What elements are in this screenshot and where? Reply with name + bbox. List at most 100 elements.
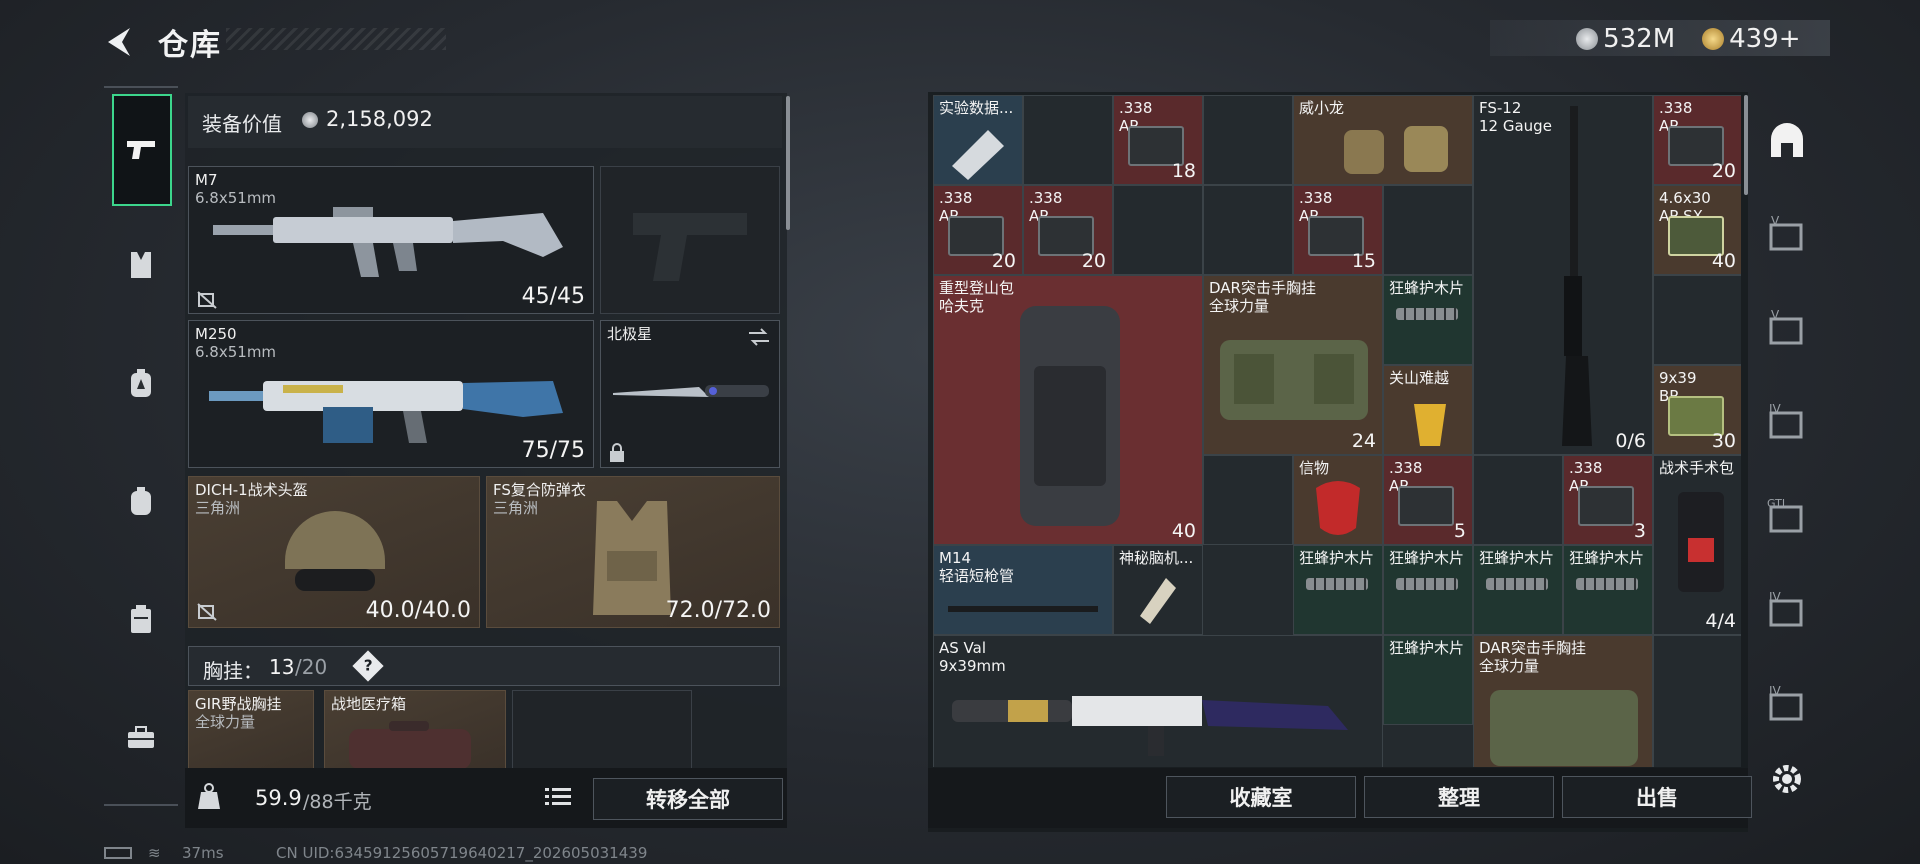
settings-button[interactable] [1762,754,1812,804]
status-bar: ≋ 37ms CN UID:634591256057196402​17_2026… [104,844,804,864]
grid-empty [1203,455,1293,545]
ammo-count: 45/45 [521,284,585,309]
tab-case-v2[interactable]: V [1762,304,1812,354]
grid-item[interactable]: 关山难越 [1383,365,1473,455]
grid-empty [1113,185,1203,275]
grid-item[interactable]: 威小龙 [1293,95,1473,185]
wifi-icon: ≋ [148,844,161,862]
grid-item[interactable]: AS Val 9x39mm [933,635,1383,767]
grid-item[interactable]: 重型登山包 哈夫克 40 [933,275,1203,545]
melee-slot[interactable]: 北极星 [600,320,780,468]
case-icon [131,605,151,633]
grid-item[interactable]: .338AP 20 [933,185,1023,275]
grid-item[interactable]: 狂蜂护木片 [1383,275,1473,365]
page-title: 仓库 [158,28,222,63]
tab-case-v[interactable]: V [1762,210,1812,260]
armor-vest-image [593,501,671,615]
chest-rig-image [1220,340,1368,420]
list-icon[interactable] [545,786,571,808]
grid-item[interactable]: 4.6x30AP SX 40 [1653,185,1741,275]
backpack-image [1020,306,1120,526]
grid-item[interactable]: 战术手术包 4/4 [1653,455,1741,635]
grid-item[interactable]: .338AP 20 [1023,185,1113,275]
grid-item[interactable]: 狂蜂护木片 [1563,545,1653,635]
red-mask-icon [1316,481,1360,535]
svg-text:IV: IV [1769,591,1782,604]
collection-room-button[interactable]: 收藏室 [1166,776,1356,818]
top-bar: 仓库 532M 439+ [0,0,1920,80]
data-usb-icon [952,130,1004,180]
weapon-name: M250 [195,325,237,343]
case-iv3-icon: IV [1769,685,1803,721]
nav-tab-toolbox[interactable] [112,708,170,766]
empty-chest-slot[interactable] [512,690,692,770]
svg-text:V: V [1771,215,1780,228]
help-icon[interactable]: ? [352,650,384,682]
nav-tab-backpack-badge[interactable] [112,354,170,412]
barrel-icon [948,606,1098,612]
ammo-box-icon [1398,486,1454,526]
primary-weapon-slot[interactable]: M7 6.8x51mm 45/45 [188,166,594,314]
tab-case-iv2[interactable]: IV [1762,586,1812,636]
weight-max: /88千克 [303,791,372,813]
sell-button[interactable]: 出售 [1562,776,1752,818]
equipment-scrollbar[interactable] [786,96,790,230]
grid-item[interactable]: .338AP 3 [1563,455,1653,545]
grid-item[interactable]: FS-12 12 Gauge 0/6 [1473,95,1653,455]
grid-item[interactable]: .338AP 18 [1113,95,1203,185]
chest-rig-slot[interactable]: GIR野战胸挂 全球力量 [188,690,314,770]
grid-item[interactable]: .338AP 15 [1293,185,1383,275]
tab-case-iv[interactable]: IV [1762,398,1812,448]
item-brand: 全球力量 [195,713,256,731]
nav-tab-backpack[interactable] [112,472,170,530]
grid-item[interactable]: 9x39BP 30 [1653,365,1741,455]
grid-item[interactable]: 狂蜂护木片 [1383,635,1473,725]
medkit-slot[interactable]: 战地医疗箱 [324,690,506,770]
svg-text:IV: IV [1769,685,1782,698]
pistol-slot[interactable] [600,166,780,314]
grid-empty [1653,635,1741,767]
grid-item[interactable]: M14 轻语短枪管 [933,545,1113,635]
currency-silver[interactable]: 532M [1576,24,1675,54]
handguard-icon [1576,578,1638,590]
equipment-bottom-bar: 59.9 /88千克 转移全部 [185,768,787,828]
vault-icon [1771,123,1803,157]
armor-durability: 72.0/72.0 [665,598,771,623]
grid-item[interactable]: 狂蜂护木片 [1293,545,1383,635]
toolbox-icon [128,726,154,748]
back-button[interactable] [100,22,140,62]
svg-text:GTI: GTI [1767,497,1785,510]
left-nav [104,86,178,806]
currency-gold[interactable]: 439+ [1702,24,1801,54]
unmodifiable-icon [197,603,217,621]
grid-item[interactable]: DAR突击手胸挂 全球力量 [1473,635,1653,767]
transfer-all-button[interactable]: 转移全部 [593,778,783,820]
grid-item[interactable]: DAR突击手胸挂 全球力量 24 [1203,275,1383,455]
armor-slot[interactable]: FS复合防弹衣 三角洲 72.0/72.0 [486,476,780,628]
helmet-slot[interactable]: DICH-1战术头盔 三角洲 40.0/40.0 [188,476,480,628]
secondary-weapon-slot[interactable]: M250 6.8x51mm 75/75 [188,320,594,468]
grid-item[interactable]: .338AP 20 [1653,95,1741,185]
swap-icon[interactable] [747,327,771,347]
grid-item[interactable]: 狂蜂护木片 [1383,545,1473,635]
equipment-value-label: 装备价值 [202,112,282,136]
grid-item[interactable]: .338AP 5 [1383,455,1473,545]
storage-scrollbar[interactable] [1744,95,1748,195]
nav-tab-vest[interactable] [112,236,170,294]
grid-item[interactable]: 实验数据... [933,95,1023,185]
grid-item[interactable]: 狂蜂护木片 [1473,545,1563,635]
weight-current: 59.9 [255,786,302,810]
handguard-icon [1486,578,1548,590]
nav-tab-case[interactable] [112,590,170,648]
tab-case-gti[interactable]: GTI [1762,492,1812,542]
grid-empty [1203,185,1293,275]
tab-vault[interactable] [1762,116,1812,166]
storage-grid: 实验数据... .338AP 18 威小龙 FS-1212 Gauge 0/6 … [933,95,1741,767]
nav-tab-weapons[interactable] [112,94,172,206]
grid-item[interactable]: 神秘脑机... [1113,545,1203,635]
tab-case-iv3[interactable]: IV [1762,680,1812,730]
back-arrow-icon [108,28,130,56]
chest-rig-bar: 胸挂： 13 /20 ? [188,646,780,686]
organize-button[interactable]: 整理 [1364,776,1554,818]
grid-item[interactable]: 信物 [1293,455,1383,545]
